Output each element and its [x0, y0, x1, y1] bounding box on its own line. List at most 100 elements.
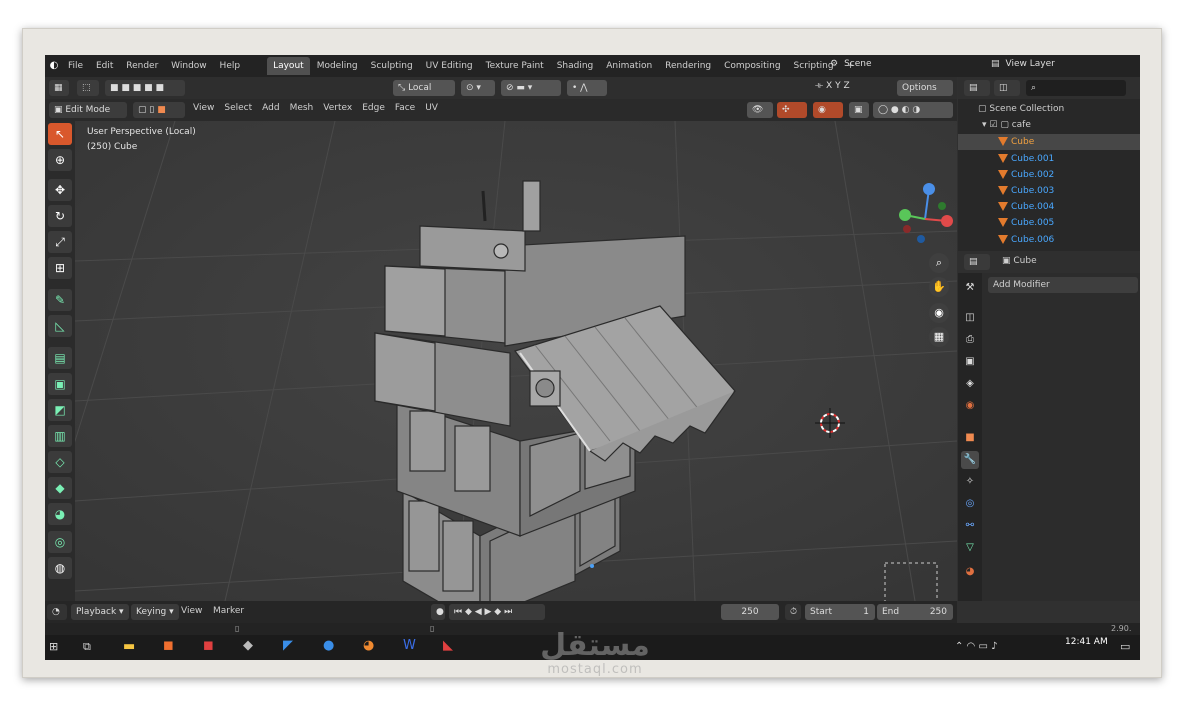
shading-mode-buttons[interactable]: ◯ ● ◐ ◑ [873, 102, 953, 118]
keying-dropdown[interactable]: Keying ▾ [131, 604, 179, 620]
word-icon[interactable]: W [403, 638, 416, 653]
axis-lock-buttons[interactable]: ⟛ X Y Z [815, 81, 850, 91]
outliner-type-icon[interactable]: ▤ [964, 80, 990, 96]
tab-compositing[interactable]: Compositing [718, 57, 786, 75]
menu-face[interactable]: Face [395, 103, 415, 113]
extrude-icon[interactable]: ▤ [48, 347, 72, 369]
notification-icon[interactable]: ▭ [1120, 640, 1130, 653]
task-view-icon[interactable]: ⧉ [83, 640, 91, 654]
axis-y-button[interactable]: Y [835, 81, 841, 91]
timeline-type-icon[interactable]: ◔ [47, 604, 67, 620]
tab-rendering[interactable]: Rendering [659, 57, 717, 75]
menu-add[interactable]: Add [262, 103, 279, 113]
object-props-icon[interactable]: ■ [961, 429, 979, 447]
tool-settings-icon[interactable]: ⚒ [961, 279, 979, 297]
options-dropdown[interactable]: Options [897, 80, 953, 96]
outliner-item-cube-006[interactable]: Cube.006 [958, 232, 1140, 248]
transform-icon[interactable]: ⊞ [48, 257, 72, 279]
playback-dropdown[interactable]: Playback ▾ [71, 604, 129, 620]
menu-file[interactable]: File [68, 61, 83, 71]
outliner-item-cube-005[interactable]: Cube.005 [958, 215, 1140, 231]
timeline-marker-menu[interactable]: Marker [213, 606, 244, 616]
outliner-item-cube-001[interactable]: Cube.001 [958, 151, 1140, 167]
checkbox-icon[interactable]: ☑ [989, 120, 1000, 130]
move-icon[interactable]: ✥ [48, 179, 72, 201]
clock[interactable]: 12:41 AM [1065, 637, 1108, 647]
spin-icon[interactable]: ◕ [48, 503, 72, 525]
timeline-view-menu[interactable]: View [181, 606, 202, 616]
blender-logo-icon[interactable]: ◐ [45, 58, 63, 74]
render-icon[interactable]: ◫ [961, 309, 979, 327]
proportional-edit[interactable]: • ⋀ [567, 80, 607, 96]
axis-x-button[interactable]: X [826, 81, 832, 91]
pdf-icon[interactable]: ◣ [443, 638, 453, 653]
view-layer-selector[interactable]: ▤ View Layer [991, 59, 1131, 73]
mode-dropdown[interactable]: ▣ Edit Mode [49, 102, 127, 118]
app-icon-3[interactable]: ◆ [243, 638, 253, 653]
knife-icon[interactable]: ◇ [48, 451, 72, 473]
bevel-icon[interactable]: ◩ [48, 399, 72, 421]
file-explorer-icon[interactable]: ▬ [123, 639, 135, 654]
axis-z-button[interactable]: Z [843, 81, 849, 91]
playback-controls[interactable]: ⏮ ◆ ◀ ▶ ◆ ⏭ [449, 604, 545, 620]
editor-type-icon[interactable]: ▦ [49, 80, 69, 96]
z-axis-handle[interactable] [923, 183, 935, 195]
tab-sculpting[interactable]: Sculpting [365, 57, 419, 75]
end-frame-field[interactable]: End 250 [877, 604, 953, 620]
overlay-toggle-icon[interactable]: ◉ [813, 102, 843, 118]
xray-icon[interactable]: ▣ [849, 102, 869, 118]
browser-icon[interactable]: ● [323, 638, 334, 653]
view-layer-icon[interactable]: ▣ [961, 353, 979, 371]
modifier-wrench-icon[interactable]: 🔧 [961, 451, 979, 469]
tab-modeling[interactable]: Modeling [311, 57, 364, 75]
tab-texture-paint[interactable]: Texture Paint [480, 57, 550, 75]
menu-window[interactable]: Window [171, 61, 207, 71]
menu-help[interactable]: Help [220, 61, 241, 71]
selection-mode-icons[interactable]: ■ ■ ■ ■ ■ [105, 80, 185, 96]
pan-hand-icon[interactable]: ✋ [929, 277, 949, 297]
blender-taskbar-icon[interactable]: ◕ [363, 638, 374, 653]
display-mode-icon[interactable]: ◫ [994, 80, 1020, 96]
collection-cafe-row[interactable]: ▾ ☑ ▢ cafe [958, 117, 1140, 133]
3d-viewport[interactable]: User Perspective (Local) (250) Cube ⌕ ✋ … [75, 121, 957, 601]
physics-icon[interactable]: ◎ [961, 495, 979, 513]
loop-cut-icon[interactable]: ▥ [48, 425, 72, 447]
rotate-icon[interactable]: ↻ [48, 205, 72, 227]
world-icon[interactable]: ◉ [961, 397, 979, 415]
material-icon[interactable]: ◕ [961, 563, 979, 581]
app-icon-2[interactable]: ◼ [203, 638, 214, 653]
stopwatch-icon[interactable]: ⏱ [785, 604, 801, 620]
menu-edge[interactable]: Edge [362, 103, 385, 113]
x-axis-handle[interactable] [941, 215, 953, 227]
scene-props-icon[interactable]: ◈ [961, 375, 979, 393]
select-box-icon[interactable]: ↖ [48, 123, 72, 145]
visibility-icon[interactable]: 👁 [747, 102, 773, 118]
outliner-search-input[interactable]: ⌕ [1026, 80, 1126, 96]
outliner-item-cube-003[interactable]: Cube.003 [958, 183, 1140, 199]
inset-icon[interactable]: ▣ [48, 373, 72, 395]
menu-uv[interactable]: UV [425, 103, 438, 113]
current-frame-field[interactable]: 250 [721, 604, 779, 620]
tab-shading[interactable]: Shading [551, 57, 600, 75]
zoom-icon[interactable]: ⌕ [929, 253, 949, 273]
constraints-icon[interactable]: ⚯ [961, 517, 979, 535]
scene-selector[interactable]: ⚙ Scene [830, 59, 950, 73]
scale-icon[interactable]: ⤢ [48, 231, 72, 253]
record-button[interactable]: ● [431, 604, 445, 620]
shrink-fatten-icon[interactable]: ◍ [48, 557, 72, 579]
menu-edit[interactable]: Edit [96, 61, 113, 71]
menu-select[interactable]: Select [224, 103, 252, 113]
menu-vertex[interactable]: Vertex [323, 103, 352, 113]
vscode-icon[interactable]: ◤ [283, 638, 293, 653]
annotate-icon[interactable]: ✎ [48, 289, 72, 311]
select-tool-icon[interactable]: ⬚ [77, 80, 99, 96]
outliner-item-cube-002[interactable]: Cube.002 [958, 167, 1140, 183]
snap-dropdown[interactable]: ⊘ ▬ ▾ [501, 80, 561, 96]
tab-layout[interactable]: Layout [267, 57, 310, 75]
smooth-icon[interactable]: ◎ [48, 531, 72, 553]
output-icon[interactable]: ⎙ [961, 331, 979, 349]
start-icon[interactable]: ⊞ [49, 640, 58, 653]
gizmo-toggle-icon[interactable]: ✣ [777, 102, 807, 118]
tab-animation[interactable]: Animation [600, 57, 658, 75]
start-frame-field[interactable]: Start 1 [805, 604, 875, 620]
